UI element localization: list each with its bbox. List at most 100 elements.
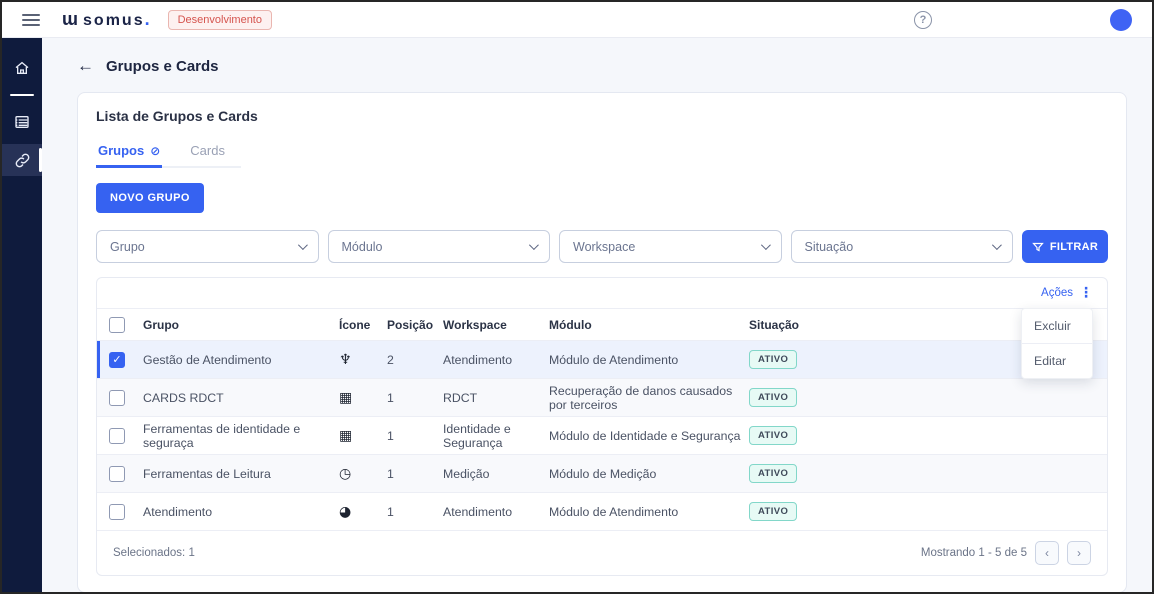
cell-grupo: Ferramentas de Leitura [137, 467, 333, 481]
slashed-circle-icon: ⊘ [150, 144, 160, 158]
actions-dropdown-menu: Excluir Editar [1021, 308, 1093, 379]
cell-workspace: Medição [437, 467, 543, 481]
table-row[interactable]: Ferramentas de identidade e seguraça▦1Id… [97, 416, 1107, 454]
grupo-select-placeholder: Grupo [110, 240, 145, 254]
status-badge: ATIVO [749, 350, 797, 369]
tab-grupos[interactable]: Grupos ⊘ [96, 139, 162, 168]
actions-menu-trigger[interactable]: Ações [1041, 287, 1073, 299]
table-header-row: Grupo Ícone Posição Workspace Módulo Sit… [97, 308, 1107, 340]
selected-count: Selecionados: 1 [113, 547, 195, 559]
tab-cards[interactable]: Cards [188, 139, 227, 168]
col-posicao: Posição [381, 318, 437, 332]
chevron-down-icon [992, 240, 1002, 250]
usb-icon: ♆ [333, 352, 381, 368]
top-header: ɯsomus. Desenvolvimento ? [2, 2, 1152, 38]
table-row[interactable]: Ferramentas de Leitura◷1MediçãoMódulo de… [97, 454, 1107, 492]
next-page-button[interactable]: › [1067, 541, 1091, 565]
groups-table: Ações ⋮ Excluir Editar Grupo Ícone Posiç… [96, 277, 1108, 576]
status-badge: ATIVO [749, 426, 797, 445]
cell-posicao: 1 [381, 429, 437, 443]
logo-text: somus [83, 12, 145, 30]
hamburger-menu-icon[interactable] [22, 14, 40, 26]
sidebar-divider [10, 94, 34, 96]
table-row[interactable]: ✓Gestão de Atendimento♆2AtendimentoMódul… [97, 340, 1107, 378]
cell-posicao: 1 [381, 467, 437, 481]
sidebar-item-home[interactable] [2, 52, 42, 84]
logo-mark: ɯ [62, 9, 78, 30]
back-arrow-icon[interactable]: ← [77, 56, 94, 76]
workspace-select[interactable]: Workspace [559, 230, 782, 263]
cell-workspace: Identidade e Segurança [437, 422, 543, 450]
situacao-select[interactable]: Situação [791, 230, 1014, 263]
filter-button[interactable]: FILTRAR [1022, 230, 1108, 263]
user-avatar[interactable] [1110, 9, 1132, 31]
cell-posicao: 1 [381, 391, 437, 405]
status-badge: ATIVO [749, 388, 797, 407]
row-checkbox[interactable] [109, 428, 125, 444]
cell-modulo: Recuperação de danos causados por tercei… [543, 384, 743, 412]
help-icon[interactable]: ? [914, 11, 932, 29]
main-content: ← Grupos e Cards Lista de Grupos e Cards… [42, 38, 1152, 592]
sidebar-item-links[interactable] [2, 144, 42, 176]
cell-workspace: Atendimento [437, 505, 543, 519]
table-row[interactable]: CARDS RDCT▦1RDCTRecuperação de danos cau… [97, 378, 1107, 416]
tab-grupos-label: Grupos [98, 143, 144, 158]
status-badge: ATIVO [749, 502, 797, 521]
menu-item-editar[interactable]: Editar [1022, 343, 1092, 378]
row-checkbox-cell [97, 428, 137, 444]
tabs-bar: Grupos ⊘ Cards [96, 137, 241, 168]
prev-page-button[interactable]: ‹ [1035, 541, 1059, 565]
select-all-checkbox[interactable] [109, 317, 125, 333]
cell-modulo: Módulo de Identidade e Segurança [543, 429, 743, 443]
row-checkbox-cell: ✓ [97, 352, 137, 368]
kebab-menu-icon[interactable]: ⋮ [1079, 286, 1093, 300]
table-footer: Selecionados: 1 Mostrando 1 - 5 de 5 ‹ › [97, 530, 1107, 575]
menu-item-excluir[interactable]: Excluir [1022, 309, 1092, 343]
list-icon [14, 114, 30, 130]
row-checkbox[interactable]: ✓ [109, 352, 125, 368]
modulo-select[interactable]: Módulo [328, 230, 551, 263]
cell-grupo: Atendimento [137, 505, 333, 519]
panel-title: Lista de Grupos e Cards [96, 108, 1108, 124]
qrcode-icon: ▦ [333, 390, 381, 406]
row-checkbox[interactable] [109, 466, 125, 482]
table-actions-bar: Ações ⋮ [97, 278, 1107, 308]
col-situacao: Situação [743, 318, 853, 332]
sidebar-nav [2, 38, 42, 592]
cell-grupo: Ferramentas de identidade e seguraça [137, 422, 333, 450]
cell-situacao: ATIVO [743, 426, 853, 445]
groups-panel: Lista de Grupos e Cards Grupos ⊘ Cards N… [77, 92, 1127, 592]
cell-posicao: 2 [381, 353, 437, 367]
chevron-down-icon [529, 240, 539, 250]
cell-workspace: RDCT [437, 391, 543, 405]
col-grupo: Grupo [137, 318, 333, 332]
cell-grupo: CARDS RDCT [137, 391, 333, 405]
filter-button-label: FILTRAR [1050, 241, 1098, 253]
table-row[interactable]: Atendimento◕1AtendimentoMódulo de Atendi… [97, 492, 1107, 530]
row-checkbox-cell [97, 466, 137, 482]
home-icon [14, 60, 30, 76]
col-modulo: Módulo [543, 318, 743, 332]
grupo-select[interactable]: Grupo [96, 230, 319, 263]
row-checkbox[interactable] [109, 390, 125, 406]
modulo-select-placeholder: Módulo [342, 240, 383, 254]
sidebar-item-list[interactable] [2, 106, 42, 138]
cell-modulo: Módulo de Atendimento [543, 505, 743, 519]
cell-situacao: ATIVO [743, 502, 853, 521]
pagination: Mostrando 1 - 5 de 5 ‹ › [921, 541, 1091, 565]
link-icon [14, 152, 31, 169]
contrast-circle-icon: ◕ [333, 504, 381, 520]
cell-grupo: Gestão de Atendimento [137, 353, 333, 367]
somus-logo: ɯsomus. [62, 9, 150, 30]
chevron-down-icon [297, 240, 307, 250]
chevron-down-icon [760, 240, 770, 250]
qrcode-icon: ▦ [333, 428, 381, 444]
gauge-icon: ◷ [333, 466, 381, 482]
col-workspace: Workspace [437, 318, 543, 332]
showing-text: Mostrando 1 - 5 de 5 [921, 547, 1027, 559]
row-checkbox[interactable] [109, 504, 125, 520]
new-group-button[interactable]: NOVO GRUPO [96, 183, 204, 213]
logo-dot: . [145, 9, 150, 30]
row-checkbox-cell [97, 390, 137, 406]
situacao-select-placeholder: Situação [805, 240, 854, 254]
